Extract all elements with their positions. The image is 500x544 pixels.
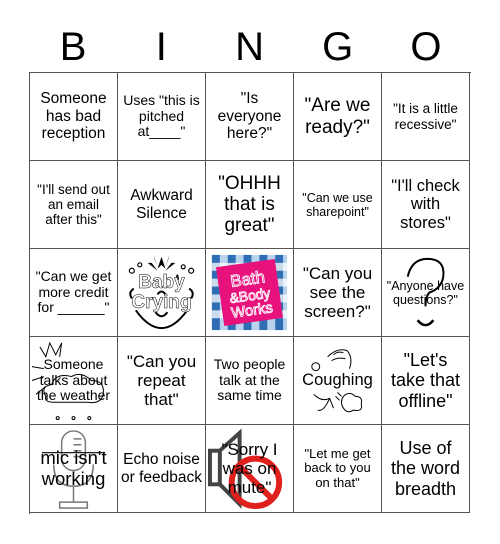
bingo-cell[interactable]: "Can you see the screen?" (294, 249, 382, 337)
cell-text: "Can you repeat that" (126, 351, 197, 410)
header-letter-i: I (155, 25, 167, 69)
cell-text: "Can we get more credit for ______" (35, 267, 112, 316)
bingo-cell[interactable]: Echo noise or feedback (118, 425, 206, 513)
bingo-cell[interactable]: Awkward Silence (118, 161, 206, 249)
bingo-cell[interactable]: mic isn't working (30, 425, 118, 513)
header-letter-o: O (410, 25, 442, 69)
bingo-cell[interactable]: Bath &Body Works (206, 249, 294, 337)
bingo-cell[interactable]: "Sorry I was on mute" (206, 425, 294, 513)
cell-text: "It is a little recessive" (393, 101, 458, 132)
bingo-cell[interactable]: Baby Crying (118, 249, 206, 337)
bingo-cell[interactable]: "I'll send out an email after this" (30, 161, 118, 249)
cell-text: "I'll check with stores" (391, 176, 460, 232)
cell-text: "Are we ready?" (304, 95, 371, 138)
cell-text: "Let me get back to you on that" (304, 445, 371, 490)
cell-text: "Sorry I was on mute" (221, 439, 278, 498)
cell-text: "Is everyone here?" (217, 90, 282, 143)
bingo-header: B I N G O (29, 22, 470, 72)
cell-text: Someone talks about the weather (36, 355, 111, 404)
cell-text: "Let's take that offline" (390, 350, 461, 411)
bath-body-works-logo: Bath &Body Works (211, 254, 288, 331)
cell-text: Coughing (302, 371, 373, 390)
cell-text: Uses "this is pitched at____" (123, 91, 200, 140)
cell-text: mic isn't working (40, 446, 107, 489)
bingo-cell[interactable]: "It is a little recessive" (382, 73, 470, 161)
cell-text: "I'll send out an email after this" (37, 181, 110, 228)
cell-text: Someone has bad reception (40, 90, 107, 143)
cell-text: Awkward Silence (130, 187, 193, 222)
cell-text: Two people talk at the same time (213, 355, 286, 404)
cell-text: Echo noise or feedback (121, 451, 202, 486)
header-letter-b: B (59, 25, 87, 69)
bingo-cell[interactable]: Someone has bad reception (30, 73, 118, 161)
bingo-cell[interactable]: "OHHH that is great" (206, 161, 294, 249)
bingo-cell[interactable]: Two people talk at the same time (206, 337, 294, 425)
bingo-cell[interactable]: Someone talks about the weather (30, 337, 118, 425)
bingo-cell[interactable]: Use of the word breadth (382, 425, 470, 513)
cell-text: "Can we use sharepoint" (302, 190, 373, 219)
bingo-cell[interactable]: "Are we ready?" (294, 73, 382, 161)
bingo-cell[interactable]: "Can you repeat that" (118, 337, 206, 425)
cell-text: Use of the word breadth (390, 438, 461, 499)
bingo-cell[interactable]: "Anyone have questions?" (382, 249, 470, 337)
header-letter-n: N (235, 25, 264, 69)
bingo-cell[interactable]: Coughing (294, 337, 382, 425)
cell-text: Baby Crying (131, 271, 192, 313)
bingo-cell[interactable]: "Let's take that offline" (382, 337, 470, 425)
cell-text: "Anyone have questions?" (386, 278, 465, 307)
bingo-cell[interactable]: "Is everyone here?" (206, 73, 294, 161)
bingo-grid: Someone has bad reception Uses "this is … (29, 72, 471, 514)
cell-text: "Can you see the screen?" (302, 263, 373, 322)
bingo-cell[interactable]: "Can we use sharepoint" (294, 161, 382, 249)
bingo-cell[interactable]: Uses "this is pitched at____" (118, 73, 206, 161)
bingo-cell[interactable]: "I'll check with stores" (382, 161, 470, 249)
bingo-cell[interactable]: "Let me get back to you on that" (294, 425, 382, 513)
bingo-cell[interactable]: "Can we get more credit for ______" (30, 249, 118, 337)
header-letter-g: G (322, 25, 354, 69)
cell-text: "OHHH that is great" (218, 172, 281, 237)
